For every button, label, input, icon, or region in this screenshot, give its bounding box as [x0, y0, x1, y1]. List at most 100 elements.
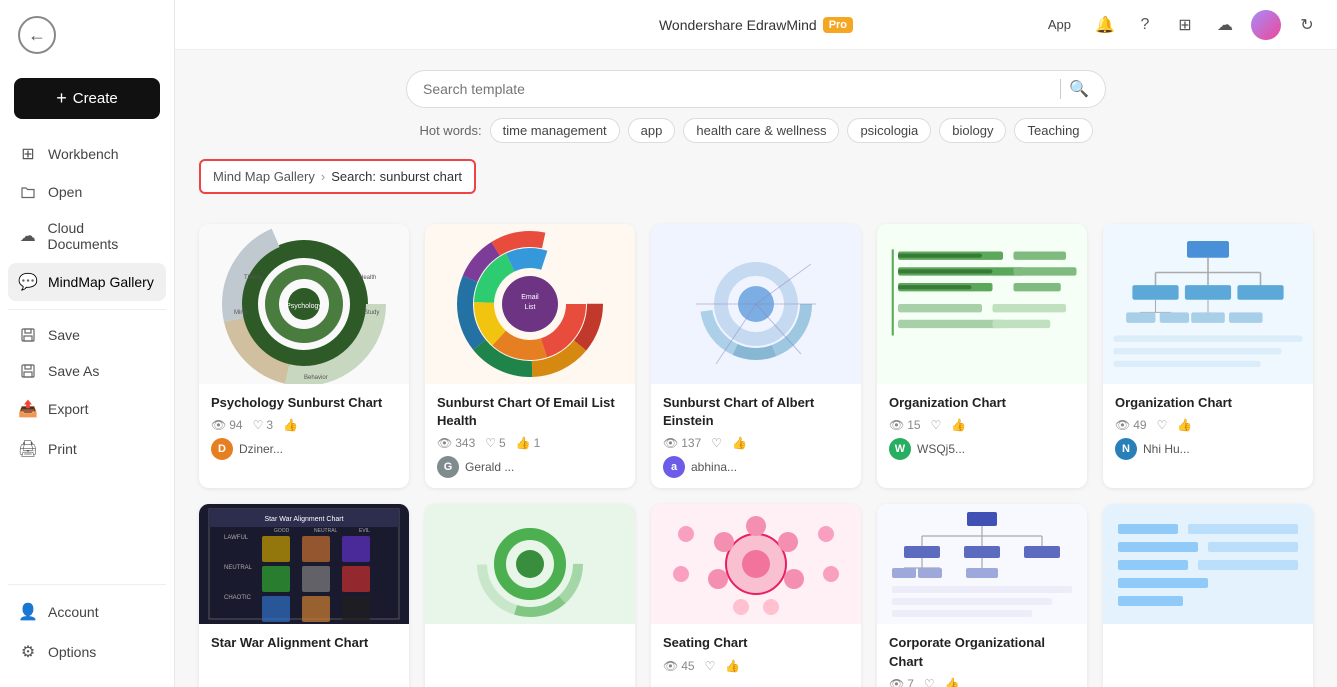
search-input[interactable] [423, 81, 1052, 97]
help-icon[interactable]: ? [1131, 11, 1159, 39]
export-icon: 📤 [18, 399, 38, 419]
svg-text:Theory: Theory [244, 275, 263, 281]
card-org-chart-1[interactable]: Organization Chart 👁 15 ♡ 👍 W WSQj5... [877, 224, 1087, 488]
cloud-sync-icon[interactable]: ☁ [1211, 11, 1239, 39]
svg-text:NEUTRAL: NEUTRAL [224, 565, 253, 571]
card-title-seating: Seating Chart [663, 634, 849, 652]
card-sunburst-bottom[interactable] [425, 504, 635, 687]
card-thumb-email: Email List [425, 224, 635, 384]
svg-text:LAWFUL: LAWFUL [224, 535, 249, 541]
card-title-org1: Organization Chart [889, 394, 1075, 412]
hot-chip-teaching[interactable]: Teaching [1014, 118, 1092, 143]
card-thumb-mindmap [425, 504, 635, 624]
author-avatar-org1: W [889, 438, 911, 460]
card-author-org1: W WSQj5... [889, 438, 1075, 460]
sidebar-item-workbench[interactable]: ⊞ Workbench [8, 135, 166, 173]
search-bar: 🔍 [406, 70, 1106, 108]
breadcrumb-current: Search: sunburst chart [331, 169, 462, 184]
view-count-seating: 👁 45 [663, 659, 695, 673]
card-thumb-corp [877, 504, 1087, 624]
sidebar-nav: ⊞ Workbench Open ☁ Cloud Documents 💬 Min… [0, 135, 174, 570]
like-count-org2: ♡ [1157, 418, 1168, 432]
card-meta-org1: 👁 15 ♡ 👍 [889, 418, 1075, 432]
card-meta-corp: 👁 7 ♡ 👍 [889, 677, 1075, 687]
view-count-email: 👁 343 [437, 436, 475, 450]
cloud-icon: ☁ [18, 226, 38, 246]
card-psychology-sunburst[interactable]: Psychology Health Study Behavior Mind Th… [199, 224, 409, 488]
thumb-count-email: 👍 1 [516, 436, 541, 450]
card-title-corp: Corporate Organizational Chart [889, 634, 1075, 670]
author-avatar-psychology: D [211, 438, 233, 460]
gallery-grid: Psychology Health Study Behavior Mind Th… [199, 224, 1313, 687]
card-thumb-bottom2 [1103, 504, 1313, 624]
workbench-icon: ⊞ [18, 144, 38, 164]
hot-words: Hot words: time management app health ca… [419, 118, 1092, 143]
content-area: 🔍 Hot words: time management app health … [175, 50, 1337, 687]
view-count-org2: 👁 49 [1115, 418, 1147, 432]
hot-chip-biology[interactable]: biology [939, 118, 1006, 143]
svg-text:GOOD: GOOD [274, 528, 290, 534]
card-author-org2: N Nhi Hu... [1115, 438, 1301, 460]
save-as-icon [18, 363, 38, 379]
view-count-corp: 👁 7 [889, 677, 914, 687]
card-title-einstein: Sunburst Chart of Albert Einstein [663, 394, 849, 430]
author-name-einstein: abhina... [691, 460, 737, 474]
card-meta-seating: 👁 45 ♡ 👍 [663, 659, 849, 673]
back-button[interactable]: ← [18, 16, 56, 54]
app-button[interactable]: App [1040, 13, 1079, 36]
card-sunburst-email[interactable]: Email List [425, 224, 635, 488]
sidebar-item-account[interactable]: 👤 Account [8, 593, 166, 631]
breadcrumb-separator: › [321, 169, 325, 184]
apps-icon[interactable]: ⊞ [1171, 11, 1199, 39]
hot-chip-psicologia[interactable]: psicologia [847, 118, 931, 143]
export-label: Export [48, 401, 88, 417]
sidebar-item-open[interactable]: Open [8, 175, 166, 209]
sidebar-bottom: 👤 Account ⚙ Options [0, 570, 174, 687]
notifications-icon[interactable]: 🔔 [1091, 11, 1119, 39]
card-meta-org2: 👁 49 ♡ 👍 [1115, 418, 1301, 432]
card-author-email: G Gerald ... [437, 456, 623, 478]
card-title-org2: Organization Chart [1115, 394, 1301, 412]
thumb-count-corp: 👍 [945, 677, 960, 687]
card-title-psychology: Psychology Sunburst Chart [211, 394, 397, 412]
create-label: Create [73, 90, 118, 107]
card-body-email: Sunburst Chart Of Email List Health 👁 34… [425, 384, 635, 488]
card-body-seating: Seating Chart 👁 45 ♡ 👍 [651, 624, 861, 687]
sidebar: ← + Create ⊞ Workbench Open ☁ Cloud Docu… [0, 0, 175, 687]
sidebar-item-options[interactable]: ⚙ Options [8, 633, 166, 671]
create-button[interactable]: + Create [14, 78, 160, 119]
sidebar-item-save[interactable]: Save [8, 318, 166, 352]
sidebar-item-export[interactable]: 📤 Export [8, 390, 166, 428]
like-count: ♡ 3 [253, 418, 273, 432]
hot-chip-time-management[interactable]: time management [490, 118, 620, 143]
sidebar-item-save-as[interactable]: Save As [8, 354, 166, 388]
sidebar-item-cloud[interactable]: ☁ Cloud Documents [8, 211, 166, 261]
card-thumb-org1 [877, 224, 1087, 384]
hot-chip-app[interactable]: app [628, 118, 676, 143]
breadcrumb-gallery-link[interactable]: Mind Map Gallery [213, 169, 315, 184]
svg-text:Study: Study [364, 310, 379, 316]
card-corp-org[interactable]: Corporate Organizational Chart 👁 7 ♡ 👍 [877, 504, 1087, 687]
sidebar-item-mindmap-gallery[interactable]: 💬 MindMap Gallery [8, 263, 166, 301]
like-count-einstein: ♡ [711, 436, 722, 450]
user-avatar[interactable] [1251, 10, 1281, 40]
svg-text:CHAOTIC: CHAOTIC [224, 595, 252, 601]
author-name-email: Gerald ... [465, 460, 514, 474]
svg-text:NEUTRAL: NEUTRAL [314, 528, 338, 534]
hot-chip-health[interactable]: health care & wellness [683, 118, 839, 143]
view-count-org1: 👁 15 [889, 418, 921, 432]
print-label: Print [48, 441, 77, 457]
card-org-chart-2[interactable]: Organization Chart 👁 49 ♡ 👍 N Nhi Hu... [1103, 224, 1313, 488]
card-author-psychology: D Dziner... [211, 438, 397, 460]
view-count-einstein: 👁 137 [663, 436, 701, 450]
author-name-org1: WSQj5... [917, 442, 965, 456]
author-avatar-org2: N [1115, 438, 1137, 460]
refresh-icon[interactable]: ↻ [1293, 11, 1321, 39]
card-bottom-right[interactable] [1103, 504, 1313, 687]
card-seating-chart[interactable]: Seating Chart 👁 45 ♡ 👍 [651, 504, 861, 687]
card-star-wars[interactable]: Star War Alignment Chart LAWFUL NEUTRAL … [199, 504, 409, 687]
card-sunburst-einstein[interactable]: Sunburst Chart of Albert Einstein 👁 137 … [651, 224, 861, 488]
search-button[interactable]: 🔍 [1069, 79, 1089, 99]
sidebar-item-print[interactable]: 🖨 Print [8, 430, 166, 468]
author-name-psychology: Dziner... [239, 442, 283, 456]
